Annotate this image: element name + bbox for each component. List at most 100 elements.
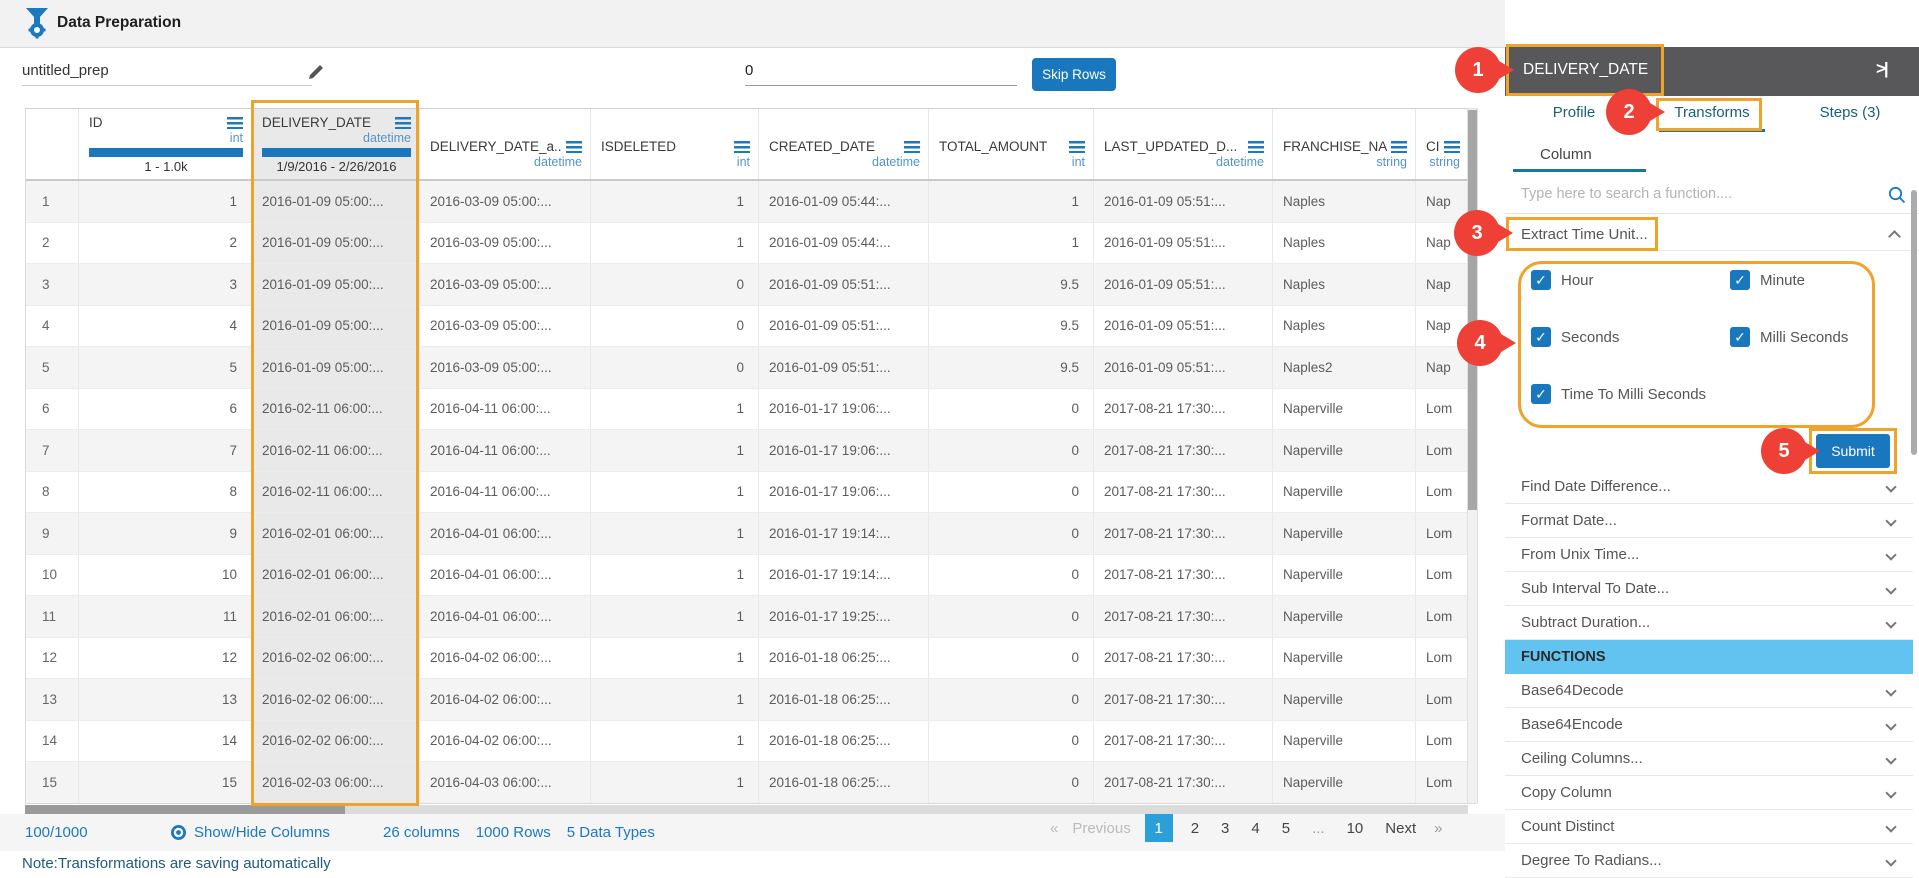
- skip-rows-input[interactable]: [745, 62, 1017, 86]
- tab-column[interactable]: Column: [1540, 146, 1592, 163]
- table-cell[interactable]: 2017-08-21 17:30:...: [1094, 555, 1273, 596]
- hamburger-icon[interactable]: [734, 141, 750, 153]
- table-row[interactable]: 662016-02-11 06:00:...2016-04-11 06:00:.…: [26, 389, 1467, 431]
- table-cell[interactable]: 2016-01-09 05:51:...: [759, 264, 929, 305]
- table-cell[interactable]: 11: [79, 596, 252, 637]
- table-cell[interactable]: 2016-01-17 19:06:...: [759, 472, 929, 513]
- tab-Profile[interactable]: Profile: [1505, 96, 1643, 132]
- hamburger-icon[interactable]: [1248, 141, 1264, 153]
- table-cell[interactable]: 2016-04-11 06:00:...: [420, 389, 591, 430]
- table-cell[interactable]: Naperville: [1273, 389, 1416, 430]
- table-cell[interactable]: Naples2: [1273, 347, 1416, 388]
- table-cell[interactable]: 9.5: [929, 347, 1094, 388]
- table-cell[interactable]: 2016-02-03 06:00:...: [252, 762, 420, 803]
- table-cell[interactable]: 2016-01-17 19:25:...: [759, 596, 929, 637]
- table-cell[interactable]: 7: [79, 430, 252, 471]
- table-cell[interactable]: 2016-01-17 19:14:...: [759, 513, 929, 554]
- table-cell[interactable]: 2016-01-09 05:00:...: [252, 347, 420, 388]
- table-cell[interactable]: 1: [929, 223, 1094, 264]
- table-cell[interactable]: 5: [79, 347, 252, 388]
- table-cell[interactable]: Naperville: [1273, 679, 1416, 720]
- table-cell[interactable]: 3: [79, 264, 252, 305]
- table-cell[interactable]: Lom: [1416, 721, 1468, 762]
- checkbox-checked-icon[interactable]: ✓: [1531, 384, 1551, 404]
- tab-Steps (3)[interactable]: Steps (3): [1781, 96, 1919, 132]
- table-cell[interactable]: Naperville: [1273, 721, 1416, 762]
- table-cell[interactable]: 2016-01-09 05:00:...: [252, 223, 420, 264]
- table-row[interactable]: 12122016-02-02 06:00:...2016-04-02 06:00…: [26, 638, 1467, 680]
- table-cell[interactable]: 1: [591, 389, 759, 430]
- table-cell[interactable]: 1: [591, 596, 759, 637]
- table-cell[interactable]: Nap: [1416, 264, 1468, 305]
- table-cell[interactable]: 2016-04-02 06:00:...: [420, 721, 591, 762]
- checkbox-Seconds[interactable]: ✓ Seconds: [1531, 327, 1619, 347]
- table-cell[interactable]: 2016-01-18 06:25:...: [759, 721, 929, 762]
- table-cell[interactable]: 2016-04-11 06:00:...: [420, 430, 591, 471]
- table-cell[interactable]: 9.5: [929, 306, 1094, 347]
- table-cell[interactable]: 2016-02-02 06:00:...: [252, 679, 420, 720]
- table-cell[interactable]: 9.5: [929, 264, 1094, 305]
- column-header-LAST_UPDATED_D...[interactable]: LAST_UPDATED_D... datetime: [1094, 109, 1273, 179]
- table-row[interactable]: 10102016-02-01 06:00:...2016-04-01 06:00…: [26, 555, 1467, 597]
- table-cell[interactable]: Naperville: [1273, 513, 1416, 554]
- table-cell[interactable]: 0: [929, 472, 1094, 513]
- table-row[interactable]: 332016-01-09 05:00:...2016-03-09 05:00:.…: [26, 264, 1467, 306]
- table-cell[interactable]: 2016-01-18 06:25:...: [759, 679, 929, 720]
- prep-name-input[interactable]: [22, 62, 312, 86]
- table-cell[interactable]: 2017-08-21 17:30:...: [1094, 762, 1273, 803]
- table-cell[interactable]: 2017-08-21 17:30:...: [1094, 679, 1273, 720]
- table-cell[interactable]: 2016-01-09 05:00:...: [252, 306, 420, 347]
- table-cell[interactable]: 2017-08-21 17:30:...: [1094, 430, 1273, 471]
- table-cell[interactable]: Naperville: [1273, 638, 1416, 679]
- table-cell[interactable]: Naperville: [1273, 596, 1416, 637]
- skip-rows-button[interactable]: Skip Rows: [1032, 58, 1116, 91]
- table-cell[interactable]: 1: [79, 181, 252, 222]
- table-row[interactable]: 442016-01-09 05:00:...2016-03-09 05:00:.…: [26, 306, 1467, 348]
- tab-Transforms[interactable]: Transforms: [1643, 96, 1781, 132]
- column-header-FRANCHISE_NAME[interactable]: FRANCHISE_NAME string: [1273, 109, 1416, 179]
- table-cell[interactable]: 0: [929, 555, 1094, 596]
- table-cell[interactable]: 2017-08-21 17:30:...: [1094, 389, 1273, 430]
- checkbox-Hour[interactable]: ✓ Hour: [1531, 270, 1594, 290]
- table-cell[interactable]: 2016-04-01 06:00:...: [420, 513, 591, 554]
- table-cell[interactable]: 2016-01-09 05:44:...: [759, 223, 929, 264]
- table-horizontal-scrollbar-thumb[interactable]: [25, 805, 345, 814]
- checkbox-checked-icon[interactable]: ✓: [1730, 327, 1750, 347]
- table-row[interactable]: 222016-01-09 05:00:...2016-03-09 05:00:.…: [26, 223, 1467, 265]
- column-header-ISDELETED[interactable]: ISDELETED int: [591, 109, 759, 179]
- table-row[interactable]: 992016-02-01 06:00:...2016-04-01 06:00:.…: [26, 513, 1467, 555]
- table-cell[interactable]: Nap: [1416, 181, 1468, 222]
- table-cell[interactable]: 1: [929, 181, 1094, 222]
- table-cell[interactable]: 2016-02-01 06:00:...: [252, 596, 420, 637]
- submit-button[interactable]: Submit: [1816, 434, 1890, 468]
- table-cell[interactable]: Naples: [1273, 264, 1416, 305]
- search-magnifier-icon[interactable]: [1888, 186, 1906, 209]
- table-cell[interactable]: Lom: [1416, 638, 1468, 679]
- function-item[interactable]: Count Distinct: [1505, 810, 1913, 844]
- table-cell[interactable]: 2016-04-02 06:00:...: [420, 679, 591, 720]
- table-cell[interactable]: 2016-03-09 05:00:...: [420, 181, 591, 222]
- table-cell[interactable]: 0: [591, 347, 759, 388]
- table-row[interactable]: 13132016-02-02 06:00:...2016-04-02 06:00…: [26, 679, 1467, 721]
- table-cell[interactable]: 2016-01-09 05:51:...: [759, 306, 929, 347]
- hamburger-icon[interactable]: [566, 141, 582, 153]
- accordion-item[interactable]: Sub Interval To Date...: [1505, 572, 1913, 606]
- table-row[interactable]: 772016-02-11 06:00:...2016-04-11 06:00:.…: [26, 430, 1467, 472]
- hamburger-icon[interactable]: [395, 117, 411, 129]
- checkbox-checked-icon[interactable]: ✓: [1531, 327, 1551, 347]
- table-cell[interactable]: 15: [79, 762, 252, 803]
- accordion-item[interactable]: Format Date...: [1505, 504, 1913, 538]
- table-row[interactable]: 112016-01-09 05:00:...2016-03-09 05:00:.…: [26, 181, 1467, 223]
- table-cell[interactable]: 6: [79, 389, 252, 430]
- table-cell[interactable]: 2016-02-11 06:00:...: [252, 430, 420, 471]
- table-cell[interactable]: 1: [591, 223, 759, 264]
- table-cell[interactable]: Naples: [1273, 306, 1416, 347]
- table-cell[interactable]: 2016-01-09 05:51:...: [759, 347, 929, 388]
- table-cell[interactable]: 2017-08-21 17:30:...: [1094, 638, 1273, 679]
- table-cell[interactable]: Lom: [1416, 472, 1468, 513]
- table-cell[interactable]: 1: [591, 638, 759, 679]
- table-cell[interactable]: Nap: [1416, 223, 1468, 264]
- table-cell[interactable]: Naperville: [1273, 430, 1416, 471]
- table-cell[interactable]: Naples: [1273, 181, 1416, 222]
- hamburger-icon[interactable]: [1444, 141, 1460, 153]
